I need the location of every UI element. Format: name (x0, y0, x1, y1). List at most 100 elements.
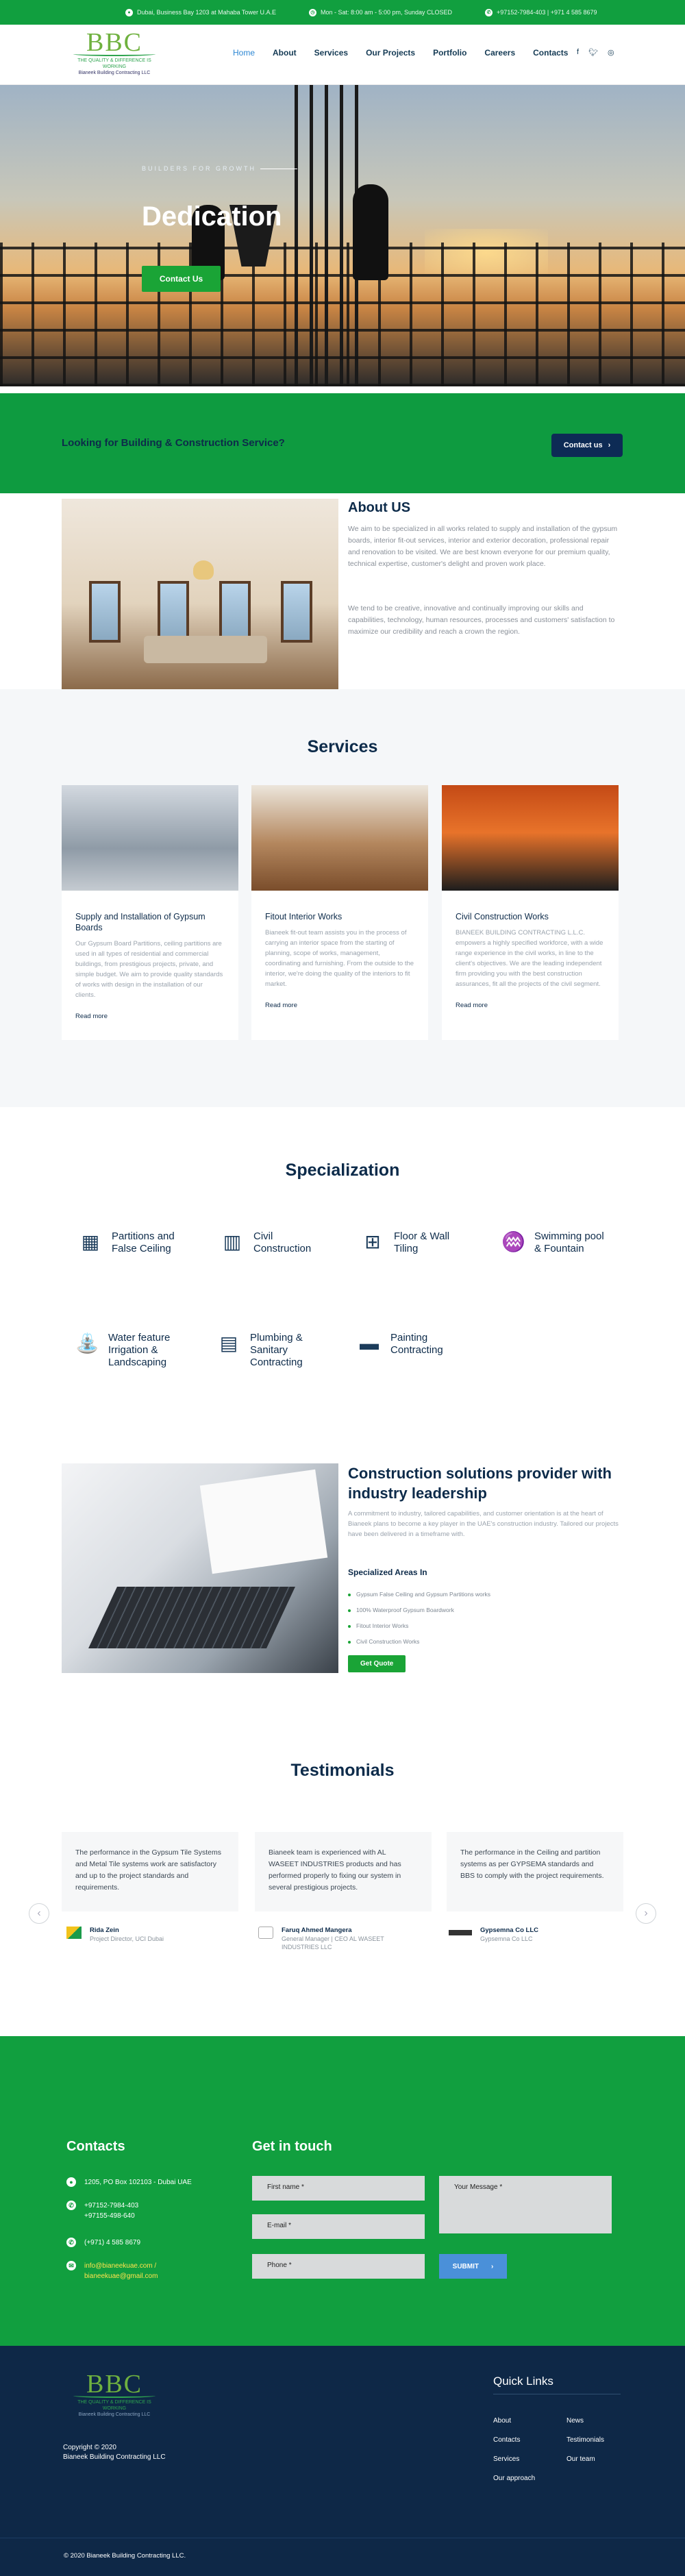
document-icon: ▤ (219, 1333, 238, 1354)
service-card: Fitout Interior Works Bianeek fit-out te… (251, 785, 428, 1040)
solutions-text: A commitment to industry, tailored capab… (348, 1510, 619, 1538)
image-sofa (144, 636, 267, 663)
spec-item-pool[interactable]: ♒ Swimming pool & Fountain (501, 1230, 610, 1255)
hero-contact-button[interactable]: Contact Us (142, 266, 221, 292)
phone-input[interactable]: Phone * (252, 2254, 425, 2279)
bullet-icon (348, 1593, 351, 1596)
site-logo[interactable]: BBC THE QUALITY & DIFFERENCE IS WORKING … (66, 29, 162, 76)
footer-link-services[interactable]: Services (493, 2455, 519, 2463)
company-logo (449, 1930, 472, 1935)
nav-services[interactable]: Services (314, 48, 348, 58)
spec-label: Partitions and False Ceiling (112, 1230, 175, 1254)
submit-button[interactable]: SUBMIT › (439, 2254, 507, 2279)
service-image-fitout (251, 785, 428, 891)
address-info: ● Dubai, Business Bay 1203 at Mahaba Towe… (125, 8, 276, 16)
spec-item-civil[interactable]: ▥ Civil Construction (221, 1230, 329, 1255)
bottom-bar: © 2020 Bianeek Building Contracting LLC. (0, 2538, 685, 2576)
nav-our-projects[interactable]: Our Projects (366, 48, 415, 58)
next-arrow-icon[interactable]: › (636, 1903, 656, 1924)
contact-phone[interactable]: ✆ +97152-7984-403 +97155-498-640 (66, 2201, 138, 2221)
chevron-right-icon: › (491, 2262, 494, 2270)
phone-text[interactable]: +97152-7984-403 (84, 2202, 138, 2209)
email-text[interactable]: info@bianeekuae.com / bianeekuae@gmail.c… (84, 2261, 203, 2281)
about-interior-image (62, 499, 338, 689)
bullet-icon (348, 1640, 351, 1644)
author-name: Rida Zein (90, 1927, 119, 1934)
footer-link-our-approach[interactable]: Our approach (493, 2475, 535, 2482)
get-quote-button[interactable]: Get Quote (348, 1655, 406, 1672)
instagram-icon[interactable]: ◎ (608, 48, 614, 57)
footer-link-news[interactable]: News (566, 2417, 584, 2425)
image-blueprint (199, 1469, 328, 1574)
contact-address: ● 1205, PO Box 102103 - Dubai UAE (66, 2177, 192, 2188)
twitter-icon[interactable]: 🐦︎ (588, 48, 598, 57)
email-input[interactable]: E-mail * (252, 2214, 425, 2239)
spec-label: Civil Construction (253, 1230, 312, 1254)
phone-text[interactable]: (+971) 4 585 8679 (84, 2238, 140, 2248)
specialization-title: Specialization (285, 1161, 400, 1180)
hero-banner: BUILDERS FOR GROWTH Dedication Contact U… (0, 85, 685, 386)
building-icon: ▥ (223, 1231, 242, 1252)
area-label: Gypsum False Ceiling and Gypsum Partitio… (356, 1591, 491, 1598)
main-nav: Home About Services Our Projects Portfol… (233, 48, 586, 58)
list-item: Gypsum False Ceiling and Gypsum Partitio… (348, 1587, 490, 1602)
footer-link-testimonials[interactable]: Testimonials (566, 2436, 604, 2444)
facebook-icon[interactable]: f (577, 48, 579, 57)
spec-item-plumbing[interactable]: ▤ Plumbing & Sanitary Contracting (217, 1332, 325, 1369)
spec-item-tiling[interactable]: ⊞ Floor & Wall Tiling (361, 1230, 469, 1255)
service-card: Civil Construction Works BIANEEK BUILDIN… (442, 785, 619, 1040)
service-card-title: Civil Construction Works (456, 912, 549, 921)
image-window (281, 581, 312, 643)
nav-home[interactable]: Home (233, 48, 255, 58)
solutions-title: Construction solutions provider with ind… (348, 1465, 612, 1502)
testimonials-title: Testimonials (290, 1761, 395, 1780)
logo-tagline: THE QUALITY & DIFFERENCE IS WORKING (77, 58, 151, 69)
testimonial-author: Faruq Ahmed Mangera General Manager | CEO… (258, 1927, 419, 1951)
nav-portfolio[interactable]: Portfolio (433, 48, 466, 58)
specialization-section: Specialization ▦ Partitions and False Cei… (0, 1107, 685, 1463)
phone-text[interactable]: +97155-498-640 (84, 2212, 135, 2220)
contact-email[interactable]: ✉ info@bianeekuae.com / bianeekuae@gmail.… (66, 2261, 203, 2281)
contact-landline[interactable]: ✆ (+971) 4 585 8679 (66, 2238, 140, 2248)
hero-eyebrow-text: BUILDERS FOR GROWTH (142, 165, 257, 172)
bullet-icon (348, 1609, 351, 1612)
nav-careers[interactable]: Careers (484, 48, 515, 58)
tiles-icon: ⊞ (364, 1231, 381, 1252)
nav-about[interactable]: About (273, 48, 297, 58)
message-textarea[interactable]: Your Message * (439, 2176, 612, 2233)
company-text: Bianeek Building Contracting LLC (63, 2453, 166, 2461)
spec-item-landscaping[interactable]: ⛲ Water feature Irrigation & Landscaping (75, 1332, 184, 1369)
location-icon: ● (125, 8, 133, 16)
contacts-section: Contacts ● 1205, PO Box 102103 - Dubai UA… (0, 2036, 685, 2346)
footer-link-contacts[interactable]: Contacts (493, 2436, 520, 2444)
services-section: Services Supply and Installation of Gyps… (0, 689, 685, 1107)
phone-icon: ✆ (66, 2201, 76, 2210)
read-more-link[interactable]: Read more (456, 1002, 605, 1009)
spec-item-painting[interactable]: ▬ Painting Contracting (358, 1332, 466, 1357)
footer-link-about[interactable]: About (493, 2417, 511, 2425)
read-more-link[interactable]: Read more (75, 1013, 225, 1020)
address-text: Dubai, Business Bay 1203 at Mahaba Tower… (137, 9, 276, 16)
about-section: About US We aim to be specialized in all… (0, 493, 685, 689)
author-role: Gypsemna Co LLC (480, 1935, 533, 1942)
footer-logo[interactable]: BBC THE QUALITY & DIFFERENCE IS WORKING … (66, 2370, 162, 2418)
water-tank-icon: ⛲ (75, 1333, 99, 1354)
testimonials-section: Testimonials ‹ › The performance in the … (0, 1714, 685, 2036)
footer-copyright: Copyright © 2020 Bianeek Building Contrac… (63, 2443, 166, 2462)
phone-info[interactable]: ✆ +97152-7984-403 | +971 4 585 8679 (485, 8, 597, 16)
service-image-gypsum (62, 785, 238, 891)
image-keyboard (88, 1587, 295, 1648)
nav-contacts[interactable]: Contacts (533, 48, 568, 58)
first-name-input[interactable]: First name * (252, 2176, 425, 2201)
submit-label: SUBMIT (452, 2262, 479, 2270)
footer-link-our-team[interactable]: Our team (566, 2455, 595, 2463)
cta-contact-button[interactable]: Contact us › (551, 434, 623, 457)
phone-icon: ✆ (485, 8, 493, 16)
prev-arrow-icon[interactable]: ‹ (29, 1903, 49, 1924)
spec-item-partitions[interactable]: ▦ Partitions and False Ceiling (79, 1230, 187, 1255)
area-label: Civil Construction Works (356, 1638, 420, 1645)
pool-icon: ♒ (501, 1231, 525, 1252)
hero-scaffolding (0, 243, 685, 386)
phone-text[interactable]: +97152-7984-403 | +971 4 585 8679 (497, 9, 597, 16)
read-more-link[interactable]: Read more (265, 1002, 414, 1009)
